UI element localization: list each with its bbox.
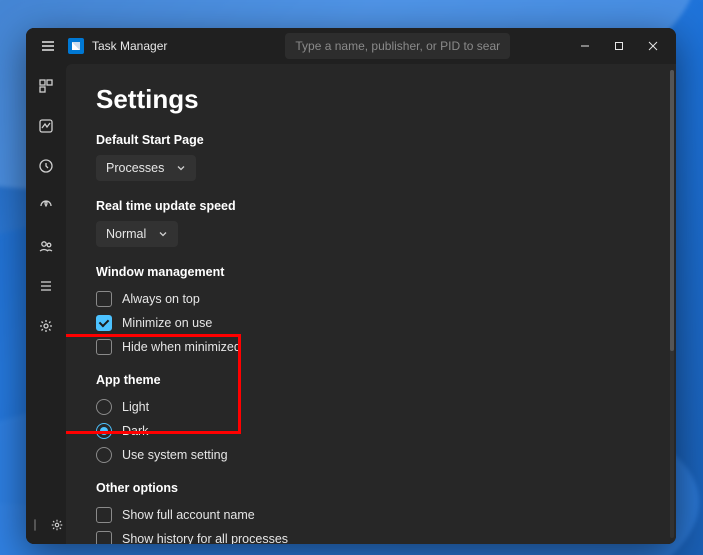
- checkbox-icon: [96, 531, 112, 544]
- update-speed-dropdown[interactable]: Normal: [96, 221, 178, 247]
- minimize-on-use-label: Minimize on use: [122, 316, 212, 330]
- minimize-button[interactable]: [568, 31, 602, 61]
- checkbox-icon: [96, 291, 112, 307]
- show-full-account-name-label: Show full account name: [122, 508, 255, 522]
- search-input[interactable]: [285, 33, 510, 59]
- nav-services[interactable]: [32, 312, 60, 340]
- default-start-page-label: Default Start Page: [96, 133, 676, 147]
- scrollbar-thumb[interactable]: [670, 70, 674, 351]
- update-speed-label: Real time update speed: [96, 199, 676, 213]
- theme-light-label: Light: [122, 400, 149, 414]
- checkbox-icon: [96, 315, 112, 331]
- hamburger-menu-button[interactable]: [36, 34, 60, 58]
- nav-users[interactable]: [32, 232, 60, 260]
- app-icon: [68, 38, 84, 54]
- default-start-page-dropdown[interactable]: Processes: [96, 155, 196, 181]
- radio-icon: [96, 399, 112, 415]
- always-on-top-label: Always on top: [122, 292, 200, 306]
- nav-divider-icon: [26, 516, 44, 534]
- settings-page: Settings Default Start Page Processes Re…: [66, 64, 676, 544]
- nav-app-history[interactable]: [32, 152, 60, 180]
- theme-system-label: Use system setting: [122, 448, 228, 462]
- checkbox-icon: [96, 339, 112, 355]
- radio-icon: [96, 447, 112, 463]
- show-history-all-checkbox[interactable]: Show history for all processes: [96, 527, 676, 544]
- theme-dark-label: Dark: [122, 424, 148, 438]
- nav-performance[interactable]: [32, 112, 60, 140]
- checkbox-icon: [96, 507, 112, 523]
- titlebar: Task Manager: [26, 28, 676, 64]
- nav-settings[interactable]: [48, 516, 66, 534]
- show-history-all-label: Show history for all processes: [122, 532, 288, 544]
- theme-light-radio[interactable]: Light: [96, 395, 676, 419]
- nav-processes[interactable]: [32, 72, 60, 100]
- minimize-on-use-checkbox[interactable]: Minimize on use: [96, 311, 676, 335]
- theme-system-radio[interactable]: Use system setting: [96, 443, 676, 467]
- chevron-down-icon: [176, 163, 186, 173]
- close-button[interactable]: [636, 31, 670, 61]
- show-full-account-name-checkbox[interactable]: Show full account name: [96, 503, 676, 527]
- default-start-page-value: Processes: [106, 161, 164, 175]
- chevron-down-icon: [158, 229, 168, 239]
- maximize-button[interactable]: [602, 31, 636, 61]
- radio-icon: [96, 423, 112, 439]
- other-options-label: Other options: [96, 481, 676, 495]
- window-management-label: Window management: [96, 265, 676, 279]
- theme-dark-radio[interactable]: Dark: [96, 419, 676, 443]
- hide-when-minimized-checkbox[interactable]: Hide when minimized: [96, 335, 676, 359]
- always-on-top-checkbox[interactable]: Always on top: [96, 287, 676, 311]
- task-manager-window: Task Manager Settings Default Start Page: [26, 28, 676, 544]
- app-theme-label: App theme: [96, 373, 676, 387]
- nav-rail: [26, 64, 66, 544]
- hide-when-minimized-label: Hide when minimized: [122, 340, 241, 354]
- scrollbar[interactable]: [670, 70, 674, 538]
- app-title: Task Manager: [92, 39, 167, 53]
- update-speed-value: Normal: [106, 227, 146, 241]
- nav-details[interactable]: [32, 272, 60, 300]
- nav-startup-apps[interactable]: [32, 192, 60, 220]
- page-title: Settings: [96, 84, 676, 115]
